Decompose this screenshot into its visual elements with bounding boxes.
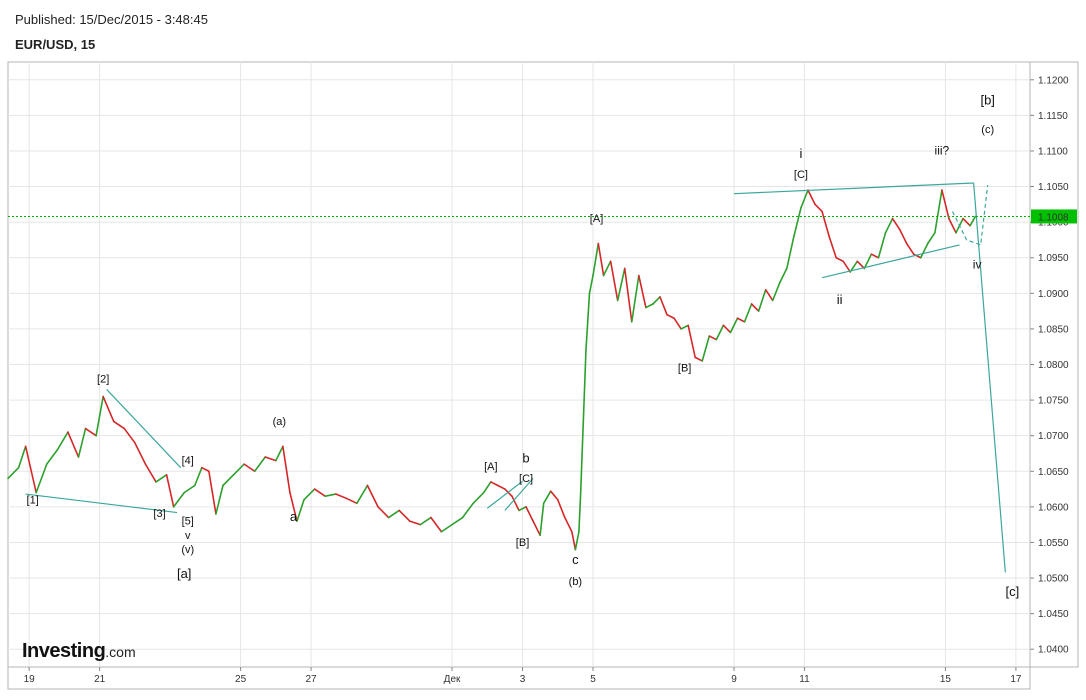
wave-label: [A] (484, 461, 497, 473)
y-tick-label: 1.0950 (1038, 253, 1069, 264)
y-tick-label: 1.0550 (1038, 538, 1069, 549)
logo-brand: Investing (22, 640, 106, 662)
wave-label: b (522, 451, 529, 466)
x-tick-label: 3 (520, 674, 526, 685)
x-tick-label: 15 (940, 674, 952, 685)
wave-label: a (290, 509, 298, 524)
x-tick-label: 9 (731, 674, 737, 685)
wave-label: (a) (273, 416, 286, 428)
investing-logo: Investing.com (22, 640, 136, 663)
x-tick-label: 25 (235, 674, 247, 685)
wave-label: [1] (27, 494, 39, 506)
wave-label: v (185, 530, 191, 542)
current-price-label: 1.1008 (1038, 212, 1069, 223)
y-tick-label: 1.1050 (1038, 182, 1069, 193)
y-tick-label: 1.0400 (1038, 645, 1069, 656)
y-tick-label: 1.0450 (1038, 609, 1069, 620)
wave-label: c (572, 552, 579, 567)
wave-label: iv (973, 257, 982, 271)
wave-label: iii? (935, 144, 950, 158)
x-tick-label: 5 (590, 674, 596, 685)
x-tick-label: 27 (306, 674, 318, 685)
wave-label: (v) (181, 544, 194, 556)
y-tick-label: 1.1200 (1038, 75, 1069, 86)
y-tick-label: 1.0900 (1038, 289, 1069, 300)
y-tick-label: 1.0650 (1038, 467, 1069, 478)
logo-domain: .com (105, 644, 136, 660)
y-tick-label: 1.0800 (1038, 360, 1069, 371)
wave-label: [A] (590, 213, 603, 225)
wave-label: ii (837, 292, 843, 307)
wave-label: [4] (182, 455, 194, 467)
wave-label: [C] (519, 473, 533, 485)
y-tick-label: 1.0850 (1038, 324, 1069, 335)
wave-label: [C] (794, 169, 808, 181)
wave-label: (b) (569, 576, 582, 588)
wave-label: [5] (182, 516, 194, 528)
wave-label: (c) (981, 124, 994, 136)
x-tick-label: 11 (799, 674, 810, 685)
wave-label: [B] (678, 363, 691, 375)
wave-label: [3] (153, 508, 165, 520)
y-tick-label: 1.1150 (1038, 111, 1068, 122)
x-tick-label: 19 (24, 674, 36, 685)
y-tick-label: 1.0500 (1038, 574, 1069, 585)
x-tick-label: 21 (94, 674, 106, 685)
wave-label: [2] (97, 373, 109, 385)
x-tick-label: 17 (1010, 674, 1022, 685)
y-tick-label: 1.1100 (1038, 146, 1068, 157)
y-tick-label: 1.0750 (1038, 396, 1069, 407)
y-tick-label: 1.0600 (1038, 502, 1069, 513)
y-tick-label: 1.0700 (1038, 431, 1069, 442)
wave-label: [c] (1006, 584, 1020, 599)
price-chart: 1.0400 1.0450 1.0500 1.0550 1.0600 1.0650 1.07… (7, 61, 1079, 690)
wave-label: [b] (980, 93, 994, 108)
wave-label: [B] (516, 537, 529, 549)
x-tick-label: Дек (444, 674, 461, 685)
wave-label: i (799, 146, 802, 161)
wave-label: [a] (177, 566, 191, 581)
